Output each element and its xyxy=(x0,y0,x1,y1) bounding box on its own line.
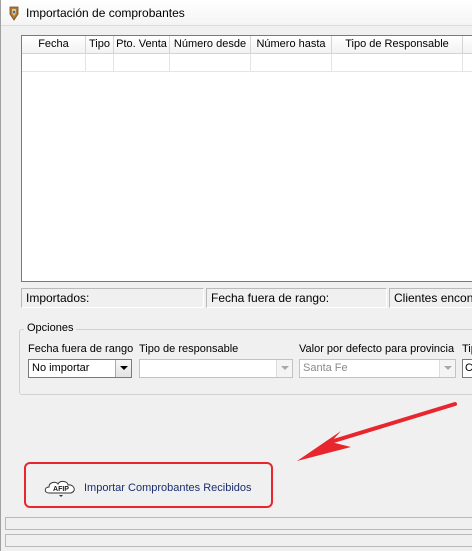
chevron-down-icon xyxy=(444,366,452,370)
extra-option-select[interactable]: Co xyxy=(462,359,472,378)
column-header-tipo[interactable]: Tipo xyxy=(86,36,114,54)
window-title: Importación de comprobantes xyxy=(26,6,185,20)
provincia-value: Santa Fe xyxy=(303,362,348,374)
status-bar-upper xyxy=(5,517,472,530)
provincia-label: Valor por defecto para provincia xyxy=(299,343,455,355)
table-cell[interactable] xyxy=(86,54,114,71)
importar-comprobantes-button[interactable]: AFIP Importar Comprobantes Recibidos xyxy=(43,478,258,498)
chevron-down-icon xyxy=(120,366,128,370)
fecha-fuera-rango-select[interactable]: No importar xyxy=(28,359,132,378)
status-clientes: Clientes encont xyxy=(389,288,472,308)
app-icon xyxy=(9,6,19,21)
options-legend: Opciones xyxy=(24,322,77,334)
table-cell[interactable] xyxy=(170,54,251,71)
status-fecha-fuera-rango: Fecha fuera de rango: xyxy=(206,288,387,308)
column-header-overflow xyxy=(463,36,472,54)
dropdown-button[interactable] xyxy=(439,360,455,377)
afip-logo-text: AFIP xyxy=(53,486,69,493)
column-header-numero-desde[interactable]: Número desde xyxy=(170,36,251,54)
importar-comprobantes-label: Importar Comprobantes Recibidos xyxy=(84,482,252,494)
fecha-fuera-rango-value: No importar xyxy=(32,362,90,374)
extra-option-value: Co xyxy=(465,362,472,374)
grid-header: Fecha Tipo Pto. Venta Número desde Númer… xyxy=(22,36,472,54)
table-cell[interactable] xyxy=(114,54,170,71)
comprobantes-grid[interactable]: Fecha Tipo Pto. Venta Número desde Númer… xyxy=(21,35,472,282)
fecha-fuera-rango-label: Fecha fuera de rango xyxy=(28,343,134,355)
extra-option-label: Tip xyxy=(462,343,472,355)
title-bar: Importación de comprobantes xyxy=(1,0,472,26)
afip-cloud-icon: AFIP xyxy=(44,481,75,497)
tipo-responsable-label: Tipo de responsable xyxy=(139,343,239,355)
dropdown-button[interactable] xyxy=(276,360,292,377)
red-arrow-annotation xyxy=(297,402,457,461)
table-cell[interactable] xyxy=(332,54,463,71)
table-cell[interactable] xyxy=(22,54,86,71)
import-window: Importación de comprobantes Fecha Tipo P… xyxy=(0,0,472,551)
column-header-tipo-responsable[interactable]: Tipo de Responsable xyxy=(332,36,463,54)
table-cell[interactable] xyxy=(251,54,332,71)
status-importados: Importados: xyxy=(21,288,204,308)
status-bar-lower xyxy=(5,534,472,547)
column-header-fecha[interactable]: Fecha xyxy=(22,36,86,54)
table-row[interactable] xyxy=(22,54,472,72)
tipo-responsable-select[interactable] xyxy=(139,359,293,378)
column-header-numero-hasta[interactable]: Número hasta xyxy=(251,36,332,54)
provincia-select[interactable]: Santa Fe xyxy=(299,359,456,378)
chevron-down-icon xyxy=(281,366,289,370)
dropdown-button[interactable] xyxy=(115,360,131,377)
column-header-pto-venta[interactable]: Pto. Venta xyxy=(114,36,170,54)
